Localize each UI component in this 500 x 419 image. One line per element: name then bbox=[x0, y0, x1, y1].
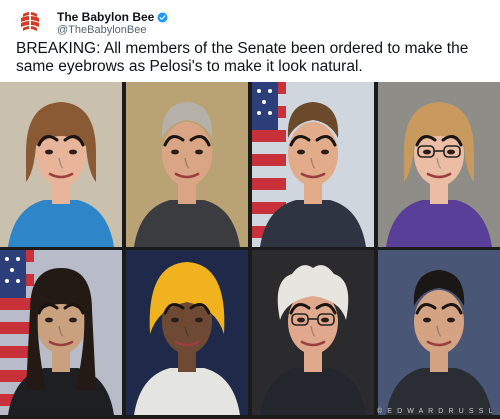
photo-man-dark-hair-suit[interactable] bbox=[378, 250, 500, 415]
tweet-header: The Babylon Bee @TheBabylonBee bbox=[16, 6, 486, 36]
photo-watermark: © E D W A R D R U S S L bbox=[376, 408, 494, 415]
photo-woman-yellow-headscarf[interactable] bbox=[126, 250, 248, 415]
photo-grid[interactable]: © E D W A R D R U S S L bbox=[0, 82, 500, 419]
photo-man-gray-hair-suit[interactable] bbox=[126, 82, 248, 247]
photo-woman-dark-hair-flag[interactable] bbox=[0, 250, 122, 415]
photo-man-white-hair-glasses[interactable] bbox=[252, 250, 374, 415]
photo-woman-glasses-purple[interactable] bbox=[378, 82, 500, 247]
account-name-text[interactable]: The Babylon Bee bbox=[57, 10, 154, 24]
photo-man-flag-background[interactable] bbox=[252, 82, 374, 247]
babylon-bee-logo-icon[interactable] bbox=[16, 8, 44, 36]
photo-woman-blonde-blue-jacket[interactable] bbox=[0, 82, 122, 247]
account-name[interactable]: The Babylon Bee bbox=[57, 10, 168, 24]
verified-badge-icon bbox=[157, 12, 168, 23]
tweet-text: BREAKING: All members of the Senate been… bbox=[16, 40, 469, 75]
account-handle[interactable]: @TheBabylonBee bbox=[57, 24, 146, 36]
